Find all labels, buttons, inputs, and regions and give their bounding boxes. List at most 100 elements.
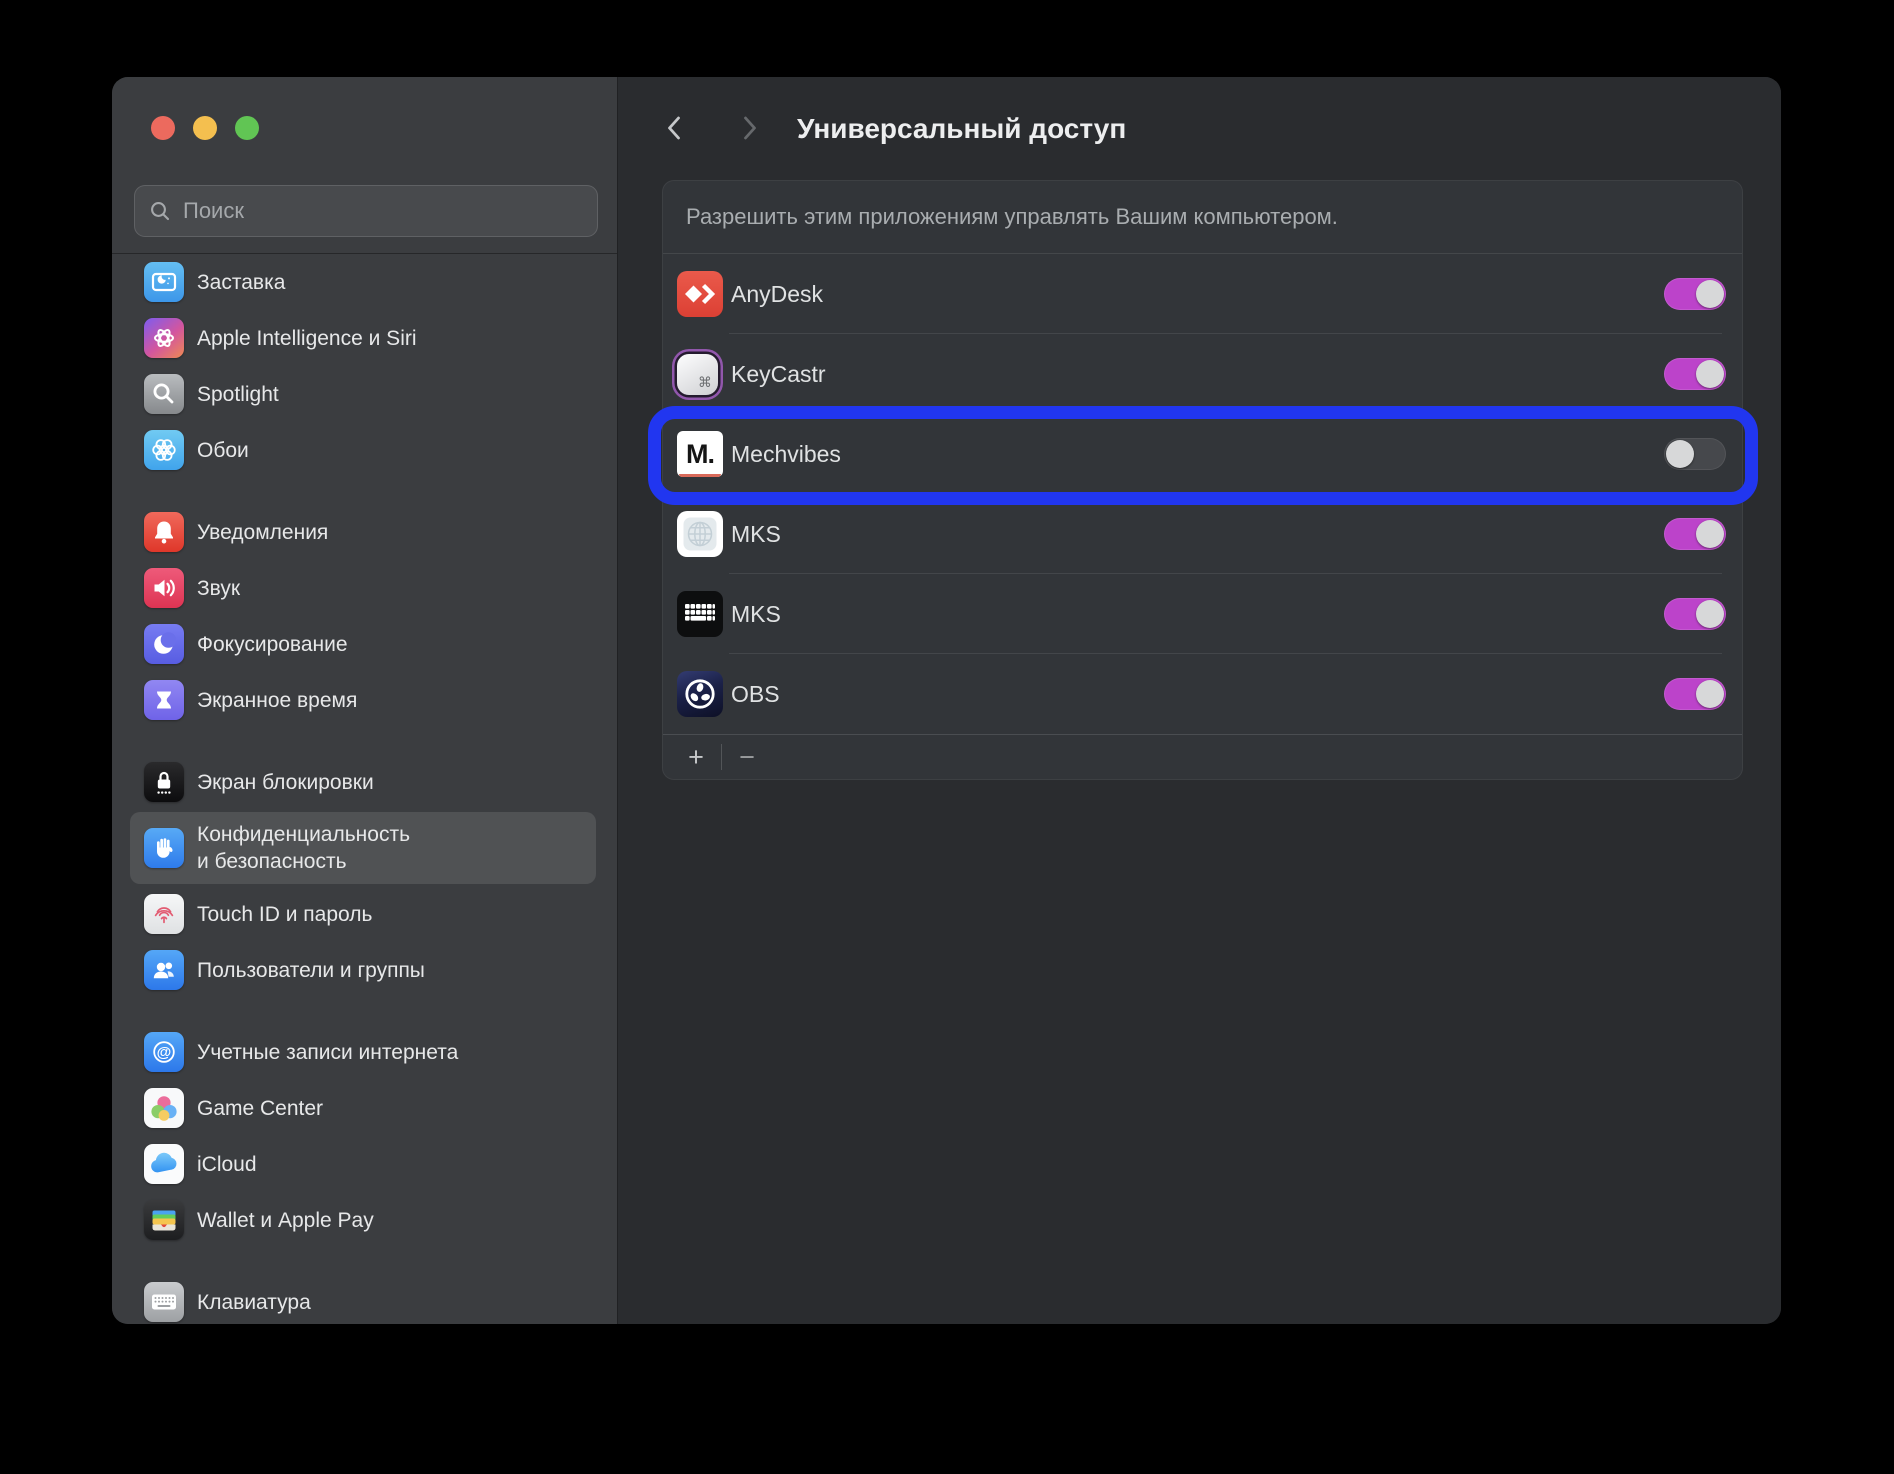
apple-intelligence-icon (144, 318, 184, 358)
notifications-icon (144, 512, 184, 552)
mks-1-toggle[interactable] (1664, 518, 1726, 550)
app-list: AnyDesk ⌘ KeyCastr M. Me (663, 254, 1742, 734)
keycastr-app-icon: ⌘ (677, 354, 718, 395)
sidebar-item-users-groups[interactable]: Пользователи и группы (112, 942, 617, 998)
remove-app-button[interactable]: − (734, 744, 760, 771)
anydesk-toggle[interactable] (1664, 278, 1726, 310)
mechvibes-letter: M. (686, 439, 714, 470)
toggle-knob (1696, 280, 1724, 308)
svg-text:@: @ (157, 1044, 172, 1061)
sidebar-item-sound[interactable]: Звук (112, 560, 617, 616)
sidebar-item-label: Уведомления (197, 519, 328, 546)
sidebar-item-keyboard[interactable]: Клавиатура (112, 1274, 617, 1324)
sidebar-item-label: Экранное время (197, 687, 357, 714)
forward-button[interactable] (734, 113, 764, 143)
toggle-knob (1696, 680, 1724, 708)
sidebar-item-notifications[interactable]: Уведомления (112, 504, 617, 560)
screen-background: Заставка Apple Intelligence и Siri Spotl… (0, 0, 1894, 1474)
sidebar-item-wallpaper[interactable]: Обои (112, 422, 617, 478)
at-sign-icon: @ (144, 1032, 184, 1072)
detail-pane: Универсальный доступ Разрешить этим прил… (618, 77, 1781, 1324)
mks-2-toggle[interactable] (1664, 598, 1726, 630)
card-description: Разрешить этим приложениям управлять Ваш… (663, 181, 1742, 254)
app-row-mks-2: MKS (663, 574, 1742, 654)
sidebar-list: Заставка Apple Intelligence и Siri Spotl… (112, 254, 617, 1324)
page-title: Универсальный доступ (797, 113, 1126, 145)
zoom-button[interactable] (235, 116, 259, 140)
sidebar-item-label: Экран блокировки (197, 769, 374, 796)
icloud-cloud-icon (144, 1144, 184, 1184)
sidebar-item-internet-accounts[interactable]: @ Учетные записи интернета (112, 1024, 617, 1080)
keycastr-toggle[interactable] (1664, 358, 1726, 390)
toggle-knob (1696, 360, 1724, 388)
close-button[interactable] (151, 116, 175, 140)
fingerprint-icon (144, 894, 184, 934)
keyboard-icon (144, 1282, 184, 1322)
wallet-icon (144, 1200, 184, 1240)
footer-separator (721, 744, 722, 770)
mechvibes-toggle[interactable] (1664, 438, 1726, 470)
sidebar-item-wallet-apple-pay[interactable]: Wallet и Apple Pay (112, 1192, 617, 1248)
command-glyph: ⌘ (698, 374, 712, 391)
obs-app-icon (677, 671, 723, 717)
sidebar-item-apple-intelligence-siri[interactable]: Apple Intelligence и Siri (112, 310, 617, 366)
sidebar-item-label: Учетные записи интернета (197, 1039, 458, 1066)
sidebar-item-icloud[interactable]: iCloud (112, 1136, 617, 1192)
sidebar-item-label: Клавиатура (197, 1289, 311, 1316)
mechvibes-app-icon: M. (677, 431, 723, 477)
hand-icon (144, 828, 184, 868)
mks-keyboard-app-icon (677, 591, 723, 637)
sidebar-item-label: Обои (197, 437, 249, 464)
sidebar-item-screen-time[interactable]: Экранное время (112, 672, 617, 728)
sidebar-item-label: Apple Intelligence и Siri (197, 325, 417, 352)
toggle-knob (1696, 600, 1724, 628)
toggle-knob (1666, 440, 1694, 468)
sidebar-item-label: iCloud (197, 1151, 257, 1178)
search-field[interactable] (134, 185, 598, 237)
sidebar-item-privacy-security[interactable]: Конфиденциальность и безопасность (112, 810, 617, 886)
app-row-mks-1: MKS (663, 494, 1742, 574)
navigation-header: Универсальный доступ (618, 77, 1781, 179)
app-name: OBS (731, 681, 780, 708)
add-app-button[interactable]: + (683, 744, 709, 771)
search-input[interactable] (181, 197, 583, 225)
padlock-icon (144, 762, 184, 802)
search-icon (149, 200, 171, 222)
focus-moon-icon (144, 624, 184, 664)
hourglass-icon (144, 680, 184, 720)
window-controls (151, 116, 259, 140)
wallpaper-icon (144, 430, 184, 470)
two-users-icon (144, 950, 184, 990)
sidebar-item-focus[interactable]: Фокусирование (112, 616, 617, 672)
sidebar-item-touch-id[interactable]: Touch ID и пароль (112, 886, 617, 942)
sidebar-item-game-center[interactable]: Game Center (112, 1080, 617, 1136)
chevron-left-icon (660, 113, 690, 143)
back-button[interactable] (660, 113, 690, 143)
sidebar-item-screensaver[interactable]: Заставка (112, 254, 617, 310)
sound-icon (144, 568, 184, 608)
chevron-right-icon (734, 113, 764, 143)
sidebar-item-label: Game Center (197, 1095, 323, 1122)
minimize-button[interactable] (193, 116, 217, 140)
app-name: KeyCastr (731, 361, 826, 388)
app-row-keycastr: ⌘ KeyCastr (663, 334, 1742, 414)
sidebar-item-label: Spotlight (197, 381, 279, 408)
sidebar-item-lock-screen[interactable]: Экран блокировки (112, 754, 617, 810)
sidebar-item-label: Заставка (197, 269, 285, 296)
obs-toggle[interactable] (1664, 678, 1726, 710)
app-row-anydesk: AnyDesk (663, 254, 1742, 334)
settings-sidebar: Заставка Apple Intelligence и Siri Spotl… (112, 77, 618, 1324)
app-name: Mechvibes (731, 441, 841, 468)
anydesk-app-icon (677, 271, 723, 317)
screensaver-icon (144, 262, 184, 302)
app-name: MKS (731, 601, 781, 628)
app-name: AnyDesk (731, 281, 823, 308)
sidebar-item-label: Touch ID и пароль (197, 901, 372, 928)
system-settings-window: Заставка Apple Intelligence и Siri Spotl… (112, 77, 1781, 1324)
sidebar-item-label: Пользователи и группы (197, 957, 425, 984)
app-name: MKS (731, 521, 781, 548)
sidebar-item-label: Фокусирование (197, 631, 348, 658)
app-row-obs: OBS (663, 654, 1742, 734)
sidebar-item-spotlight[interactable]: Spotlight (112, 366, 617, 422)
toggle-knob (1696, 520, 1724, 548)
